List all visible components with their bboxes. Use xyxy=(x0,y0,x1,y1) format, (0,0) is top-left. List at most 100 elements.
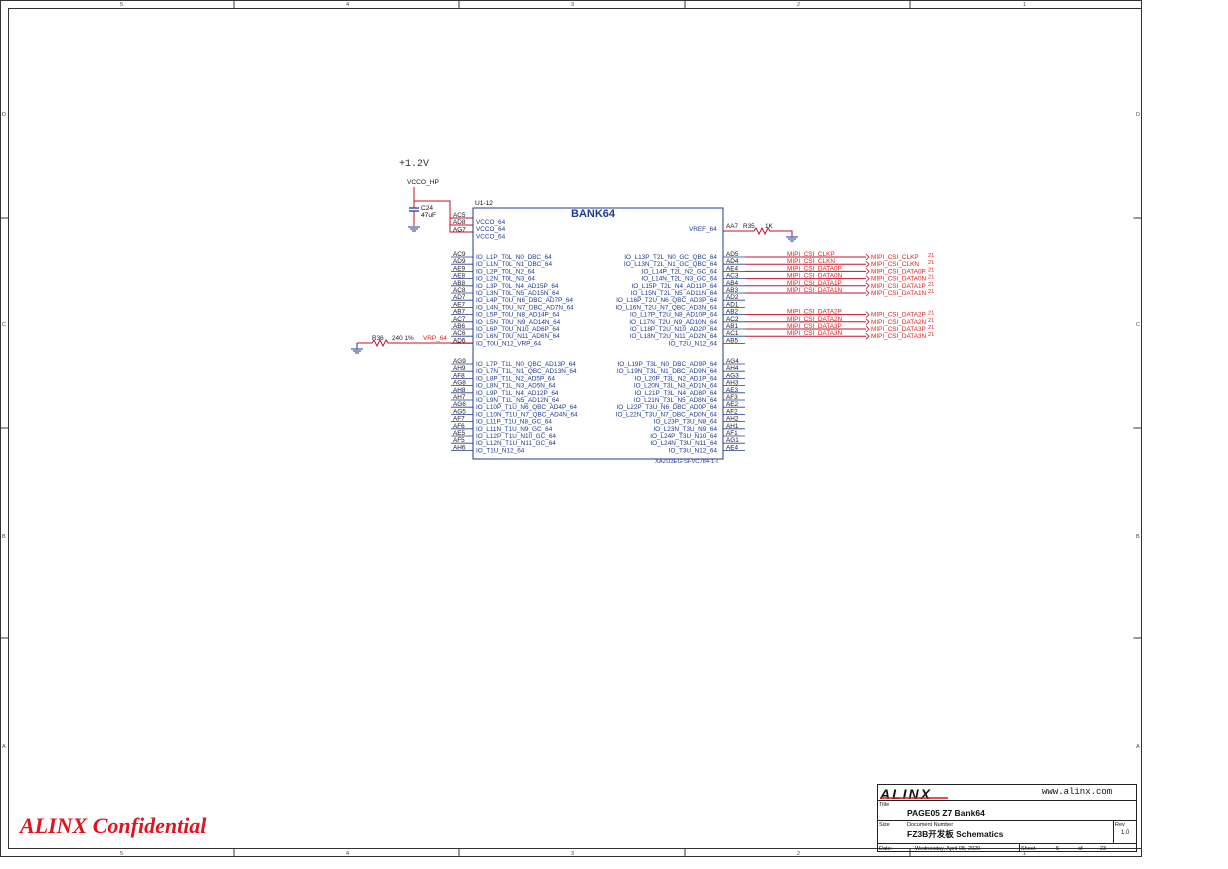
rev-label: Rev xyxy=(1115,822,1125,828)
part-number: XAZU3EG-SFVC784-1-I xyxy=(655,459,718,465)
pin-name: IO_L23P_T3U_N8_64 xyxy=(654,419,718,426)
pin-name: IO_L20N_T3L_N3_AD1N_64 xyxy=(634,383,718,390)
pin-number: AF1 xyxy=(726,430,738,437)
net-label: MIPI_CSI_DATA1N xyxy=(787,287,843,294)
offpage-arrow-icon xyxy=(865,282,870,290)
title-label: Title xyxy=(879,802,889,808)
pin-number: AH7 xyxy=(453,394,466,401)
offpage-arrow-icon xyxy=(865,260,870,268)
pin-name: IO_L4N_T0U_N7_DBC_AD7N_64 xyxy=(476,304,574,311)
pin-number: AB3 xyxy=(726,287,739,294)
pin-number: AG1 xyxy=(726,437,739,444)
pin-name: IO_L11N_T1U_N9_GC_64 xyxy=(476,426,553,433)
offpage-port: MIPI_CSI_CLKP xyxy=(871,254,919,261)
sheet-total: 23 xyxy=(1100,846,1106,852)
pin-number: AD5 xyxy=(726,251,739,258)
pin-name: IO_L6P_T0U_N10_AD6P_64 xyxy=(476,326,560,333)
pin-number: AG6 xyxy=(453,401,466,408)
pin-name: IO_L9N_T1L_N5_AD12N_64 xyxy=(476,397,560,404)
vref-res-ref: R35 xyxy=(743,223,755,230)
offpage-arrow-icon xyxy=(865,253,870,261)
net-label: MIPI_CSI_DATA0P xyxy=(787,265,842,272)
ground-icon xyxy=(786,236,798,242)
size-label: Size xyxy=(879,822,890,828)
pin-name: VCCO_64 xyxy=(476,233,506,240)
net-label: MIPI_CSI_DATA1P xyxy=(787,280,842,287)
pin-number: AC6 xyxy=(453,330,466,337)
net-label: MIPI_CSI_DATA2P xyxy=(787,309,842,316)
pin-number: AC7 xyxy=(453,316,466,323)
pin-number: AC2 xyxy=(726,316,739,323)
zone-top-1: 1 xyxy=(1023,2,1026,8)
power-rail-label: +1.2V xyxy=(399,159,429,170)
pin-name: IO_L22N_T3U_N7_DBC_AD0N_64 xyxy=(616,411,718,418)
vcco-net-label: VCCO_HP xyxy=(407,179,439,186)
pin-number: AB5 xyxy=(726,337,739,344)
offpage-page-ref: 21 xyxy=(928,275,934,281)
cap-value: 47uF xyxy=(421,212,436,219)
cap-ref: C24 xyxy=(421,205,433,212)
ground-icon xyxy=(408,226,420,232)
pin-name: IO_L24P_T3U_N10_64 xyxy=(650,433,717,440)
zone-top-4: 4 xyxy=(346,2,349,8)
pin-number: AG7 xyxy=(453,226,466,233)
offpage-port: MIPI_CSI_DATA0P xyxy=(871,268,926,275)
pin-name: VCCO_64 xyxy=(476,226,506,233)
pin-name: IO_T1U_N12_64 xyxy=(476,447,525,454)
offpage-port: MIPI_CSI_DATA3N xyxy=(871,333,927,340)
zone-left-b: B xyxy=(2,534,6,540)
doc-label: Document Number xyxy=(907,822,953,828)
pin-number: AE8 xyxy=(453,273,466,280)
pin-number: AH2 xyxy=(726,416,739,423)
pin-number: AB6 xyxy=(453,323,466,330)
pin-name: IO_L16N_T2U_N7_QBC_AD3N_64 xyxy=(615,304,717,311)
pin-number: AB8 xyxy=(453,280,466,287)
pin-name: IO_L14N_T2L_N3_GC_64 xyxy=(641,276,717,283)
pin-number: AF7 xyxy=(453,416,465,423)
pin-name: IO_T3U_N12_64 xyxy=(669,447,718,454)
pin-number: AG8 xyxy=(453,380,466,387)
pin-name: IO_L13N_T2L_N1_GC_QBC_64 xyxy=(624,261,718,268)
pin-name: IO_L2P_T0L_N2_64 xyxy=(476,268,535,275)
rev-value: 1.0 xyxy=(1121,830,1130,836)
sheet-label: Sheet xyxy=(1021,846,1036,852)
pin-number: AF8 xyxy=(453,372,465,379)
pin-name: IO_L5P_T0U_N8_AD14P_64 xyxy=(476,312,560,319)
pin-name: IO_L3N_T0L_N5_AD15N_64 xyxy=(476,290,560,297)
component-title: BANK64 xyxy=(571,208,616,220)
offpage-page-ref: 21 xyxy=(928,318,934,324)
pin-name: IO_L4P_T0U_N6_DBC_AD7P_64 xyxy=(476,297,573,304)
offpage-arrow-icon xyxy=(865,275,870,282)
pin-name: IO_T2U_N12_64 xyxy=(669,340,718,347)
confidential-watermark: ALINX Confidential xyxy=(20,813,207,838)
of-label: of xyxy=(1078,846,1083,852)
pin-name: IO_L2N_T0L_N3_64 xyxy=(476,276,535,283)
vrp-net: VRP_64 xyxy=(423,335,447,342)
pin-name: IO_L5N_T0U_N9_AD14N_64 xyxy=(476,319,561,326)
offpage-arrow-icon xyxy=(865,289,870,297)
pin-number: AC5 xyxy=(453,212,466,219)
pin-number: AD8 xyxy=(453,219,466,226)
offpage-port: MIPI_CSI_DATA0N xyxy=(871,276,927,283)
sheet-number: 5 xyxy=(1056,846,1059,852)
offpage-page-ref: 21 xyxy=(928,253,934,259)
zone-bottom-3: 3 xyxy=(571,851,574,857)
alinx-logo: ALINX xyxy=(879,786,932,802)
vref-circuit: VREF_64 AA7 R35 1K xyxy=(689,223,798,242)
pin-number: AD7 xyxy=(453,294,466,301)
pin-number: AD2 xyxy=(726,294,739,301)
zone-top-5: 5 xyxy=(120,2,123,8)
pin-number: AG9 xyxy=(453,358,466,365)
pin-number: AC9 xyxy=(453,251,466,258)
pin-number: AE2 xyxy=(726,401,739,408)
zone-left-d: D xyxy=(2,112,6,118)
pin-name: IO_L15P_T2L_N4_AD11P_64 xyxy=(631,283,717,290)
offpage-arrow-icon xyxy=(865,325,870,333)
pin-name: VCCO_64 xyxy=(476,219,506,226)
pin-number: AG3 xyxy=(726,372,739,379)
pin-number: AE3 xyxy=(726,387,739,394)
zone-right-c: C xyxy=(1136,322,1140,328)
pin-name: IO_L9P_T1L_N4_AD12P_64 xyxy=(476,390,559,397)
zone-top-2: 2 xyxy=(797,2,800,8)
offpage-page-ref: 21 xyxy=(928,267,934,273)
